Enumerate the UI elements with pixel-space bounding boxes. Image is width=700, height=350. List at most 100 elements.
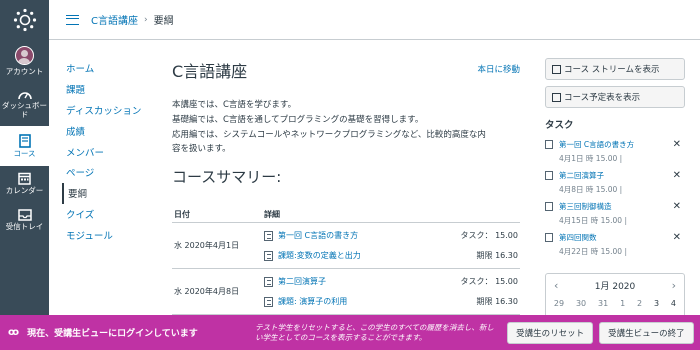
- button-label: コース ストリームを表示: [564, 65, 660, 75]
- stream-icon: [552, 64, 561, 74]
- event-link[interactable]: 第一回 C言語の書き方: [278, 230, 461, 241]
- canvas-logo[interactable]: [0, 0, 49, 40]
- canvas-logo-icon: [13, 8, 36, 32]
- global-nav-calendar[interactable]: カレンダー: [0, 166, 49, 202]
- calendar-prev-button[interactable]: ‹: [554, 279, 558, 292]
- calendar-days: 29 30 31 1 2 3 4: [546, 296, 684, 311]
- breadcrumb-separator: ›: [143, 14, 148, 25]
- column-header-details: 詳細: [262, 207, 520, 224]
- event-link[interactable]: 第二回演算子: [278, 276, 461, 287]
- page-header: C言語講座 › 要綱: [49, 0, 700, 40]
- todo-date: 4月8日 時 15.00 |: [559, 185, 623, 194]
- close-icon[interactable]: ✕: [673, 139, 681, 150]
- calendar-next-button[interactable]: ›: [672, 279, 676, 292]
- inbox-icon: [17, 208, 32, 221]
- page-icon: [264, 276, 273, 287]
- calendar-day[interactable]: 3: [654, 299, 659, 308]
- calendar-day[interactable]: 29: [554, 299, 564, 308]
- course-nav-grades[interactable]: 成績: [62, 120, 162, 141]
- todo-date: 4月1日 時 15.00 |: [559, 154, 623, 163]
- global-nav-inbox[interactable]: 受信トレイ: [0, 202, 49, 238]
- todo-item: 第四回関数 4月22日 時 15.00 | ✕: [545, 232, 685, 263]
- hamburger-menu-icon[interactable]: [66, 14, 79, 25]
- close-icon[interactable]: ✕: [673, 232, 681, 243]
- course-nav-quizzes[interactable]: クイズ: [62, 204, 162, 225]
- global-nav-account[interactable]: アカウント: [0, 40, 49, 82]
- todo-date: 4月22日 時 15.00 |: [559, 247, 627, 256]
- todo-title: タスク: [545, 120, 574, 131]
- button-label: コース予定表を表示: [564, 93, 641, 103]
- leave-student-view-button[interactable]: 受講生ビューの終了: [599, 321, 694, 344]
- todo-link[interactable]: 第四回関数: [559, 232, 627, 243]
- todo-item: 第一回 C言語の書き方 4月1日 時 15.00 | ✕: [545, 139, 685, 170]
- breadcrumb: C言語講座 › 要綱: [91, 12, 174, 28]
- course-nav-home[interactable]: ホーム: [62, 58, 162, 79]
- page-title: C言語講座: [172, 62, 248, 81]
- calendar-day[interactable]: 1: [620, 299, 625, 308]
- breadcrumb-course-link[interactable]: C言語講座: [91, 12, 138, 27]
- course-nav-people[interactable]: メンバー: [62, 141, 162, 162]
- event-item: 課題: 演算子の利用 期限 16.30: [264, 292, 518, 312]
- student-view-label: 現在、受講生ビューにログインしています: [27, 329, 198, 339]
- global-nav-label: ダッシュボード: [2, 101, 47, 119]
- syllabus-description: 本講座では、C言語を学びます。 基礎編では、C言語を通してプログラミングの基礎を…: [172, 98, 520, 157]
- description-line: 基礎編では、C言語を通してプログラミングの基礎を習得します。: [172, 114, 424, 125]
- course-nav-syllabus[interactable]: 要綱: [62, 182, 162, 204]
- student-view-bar: ꝏ 現在、受講生ビューにログインしています テスト学生をリセットすると、この学生…: [0, 315, 700, 350]
- todo-link[interactable]: 第一回 C言語の書き方: [559, 139, 634, 150]
- event-meta: タスク： 15.00: [460, 231, 518, 241]
- global-nav: アカウント ダッシュボード コース カレンダー 受信トレイ: [0, 0, 49, 315]
- table-row: 水 2020年4月1日 第一回 C言語の書き方 タスク： 15.00 課題:変数…: [172, 222, 520, 270]
- event-item: 課題:変数の定義と出力 期限 16.30: [264, 246, 518, 266]
- todo-link[interactable]: 第三回制御構造: [559, 201, 627, 212]
- reset-student-button[interactable]: 受講生のリセット: [507, 321, 594, 344]
- event-item: 第二回演算子 タスク： 15.00: [264, 272, 518, 292]
- description-line: 本講座では、C言語を学びます。: [172, 100, 297, 110]
- page-icon: [264, 230, 273, 241]
- calendar-day[interactable]: 31: [598, 299, 608, 308]
- page-icon: [545, 233, 553, 242]
- course-nav-assignments[interactable]: 課題: [62, 79, 162, 100]
- column-header-date: 日付: [172, 207, 262, 224]
- course-nav-modules[interactable]: モジュール: [62, 224, 162, 245]
- event-meta: 期限 16.30: [476, 297, 518, 307]
- global-nav-dashboard[interactable]: ダッシュボード: [0, 82, 49, 126]
- jump-to-today-link[interactable]: 本日に移動: [477, 63, 520, 75]
- close-icon[interactable]: ✕: [673, 201, 681, 212]
- right-sidebar: コース ストリームを表示 コース予定表を表示 タスク 第一回 C言語の書き方 4…: [545, 58, 685, 319]
- main-content: C言語講座 本日に移動 本講座では、C言語を学びます。 基礎編では、C言語を通し…: [172, 52, 520, 316]
- student-view-icon: ꝏ: [8, 327, 20, 338]
- event-link[interactable]: 課題: 演算子の利用: [278, 296, 477, 307]
- global-nav-label: カレンダー: [5, 186, 44, 196]
- todo-item: 第二回演算子 4月8日 時 15.00 | ✕: [545, 170, 685, 201]
- assignment-icon: [264, 250, 273, 261]
- event-meta: 期限 16.30: [476, 251, 518, 261]
- calendar-month: 1月 2020: [594, 281, 636, 292]
- view-course-calendar-button[interactable]: コース予定表を表示: [545, 86, 685, 108]
- mini-calendar: ‹ 1月 2020 › 29 30 31 1 2 3 4: [545, 273, 685, 319]
- table-row: 水 2020年4月8日 第二回演算子 タスク： 15.00 課題: 演算子の利用…: [172, 268, 520, 316]
- course-nav-discussions[interactable]: ディスカッション: [62, 100, 162, 121]
- calendar-day[interactable]: 2: [637, 299, 642, 308]
- course-summary-title: コースサマリー:: [172, 168, 282, 187]
- view-course-stream-button[interactable]: コース ストリームを表示: [545, 58, 685, 80]
- event-item: 第一回 C言語の書き方 タスク： 15.00: [264, 226, 518, 246]
- todo-date: 4月15日 時 15.00 |: [559, 216, 627, 225]
- row-date: 水 2020年4月8日: [172, 268, 262, 316]
- course-nav: ホーム 課題 ディスカッション 成績 メンバー ページ 要綱 クイズ モジュール: [62, 58, 162, 245]
- calendar-day[interactable]: 30: [576, 299, 586, 308]
- todo-link[interactable]: 第二回演算子: [559, 170, 622, 181]
- global-nav-label: 受信トレイ: [5, 221, 44, 231]
- calendar-day[interactable]: 4: [671, 299, 676, 308]
- breadcrumb-current: 要綱: [153, 16, 174, 27]
- student-view-note: テスト学生をリセットすると、この学生のすべての履歴を消去し、新しい学生としてのコ…: [255, 322, 494, 342]
- global-nav-courses[interactable]: コース: [0, 126, 49, 166]
- course-nav-pages[interactable]: ページ: [62, 162, 162, 183]
- description-line: 応用編では、システムコールやネットワークプログラミングなど、比較的高度な内: [172, 129, 486, 140]
- event-link[interactable]: 課題:変数の定義と出力: [278, 250, 477, 261]
- dashboard-icon: [17, 92, 32, 100]
- page-icon: [545, 202, 553, 211]
- todo-item: 第三回制御構造 4月15日 時 15.00 | ✕: [545, 201, 685, 232]
- row-date: 水 2020年4月1日: [172, 222, 262, 270]
- close-icon[interactable]: ✕: [673, 170, 681, 181]
